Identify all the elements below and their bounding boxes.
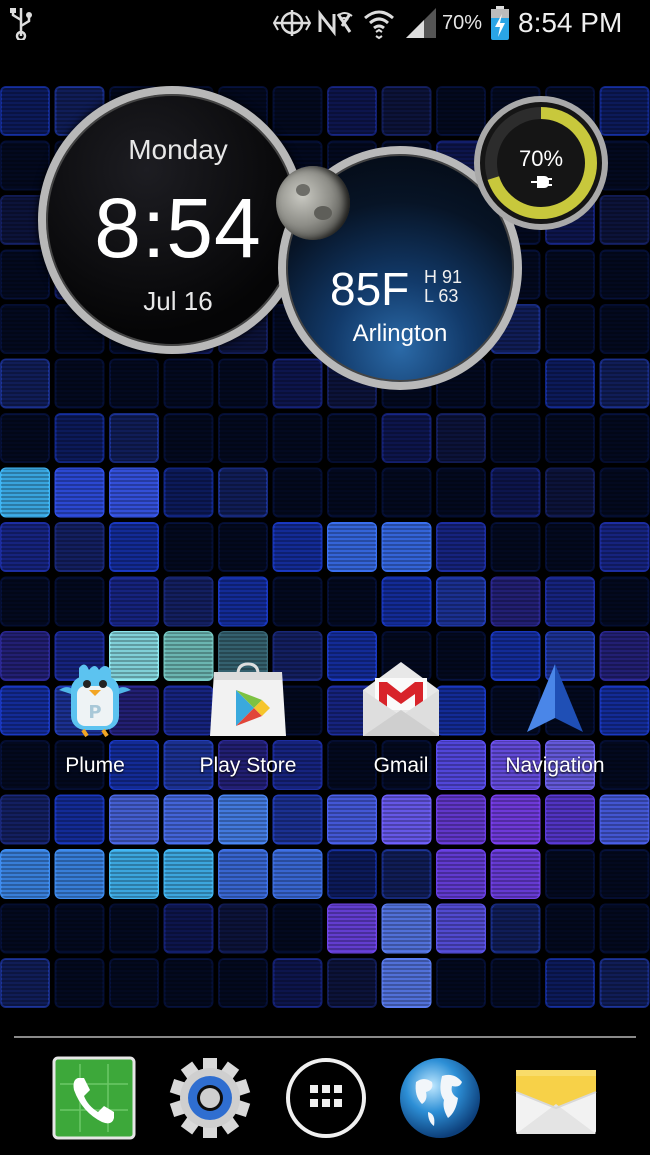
weather-hilo: H 91 L 63: [424, 268, 462, 306]
wifi-icon: [362, 0, 396, 46]
dock-settings[interactable]: [168, 1056, 252, 1140]
battery-charging-icon: [489, 0, 511, 46]
plume-bird-icon: P: [55, 660, 135, 740]
status-bar: 70% 8:54 PM: [0, 0, 650, 46]
settings-gear-icon: [169, 1058, 251, 1138]
weather-high: H 91: [424, 267, 463, 287]
app-drawer-icon: [286, 1058, 366, 1138]
gps-icon: [272, 0, 312, 46]
dock-messaging[interactable]: [514, 1056, 598, 1140]
charging-plug-icon: [531, 176, 552, 188]
app-navigation[interactable]: Navigation: [485, 660, 625, 778]
clock-date: Jul 16: [143, 286, 213, 316]
app-play-store[interactable]: Play Store: [178, 660, 318, 778]
status-time: 8:54 PM: [518, 7, 623, 38]
usb-icon: [8, 0, 34, 46]
app-plume[interactable]: P Plume: [25, 660, 165, 778]
dock-phone[interactable]: [52, 1056, 136, 1140]
app-gmail[interactable]: Gmail: [331, 660, 471, 778]
browser-globe-icon: [400, 1058, 480, 1138]
app-label: Navigation: [505, 754, 605, 777]
app-label: Plume: [65, 754, 125, 777]
weather-temperature: 85F: [330, 263, 410, 315]
weather-low: L 63: [424, 286, 459, 306]
dock-app-drawer[interactable]: [284, 1056, 368, 1140]
play-store-icon: [208, 660, 288, 740]
dock-divider: [14, 1036, 636, 1038]
clock-time: 8:54: [94, 181, 262, 275]
phone-icon: [52, 1056, 136, 1140]
nfc-icon: [316, 0, 356, 46]
dock-browser[interactable]: [398, 1056, 482, 1140]
battery-percent: 70%: [442, 11, 483, 34]
gmail-icon: [361, 660, 441, 740]
signal-icon: [404, 0, 438, 46]
weather-city: Arlington: [352, 320, 448, 347]
messaging-envelope-icon: [515, 1070, 597, 1134]
battery-widget-percent: 70%: [518, 146, 564, 171]
svg-text:P: P: [88, 702, 101, 723]
clock-day: Monday: [128, 134, 228, 165]
app-label: Play Store: [199, 754, 297, 777]
navigation-arrow-icon: [515, 660, 595, 740]
app-label: Gmail: [373, 754, 429, 777]
